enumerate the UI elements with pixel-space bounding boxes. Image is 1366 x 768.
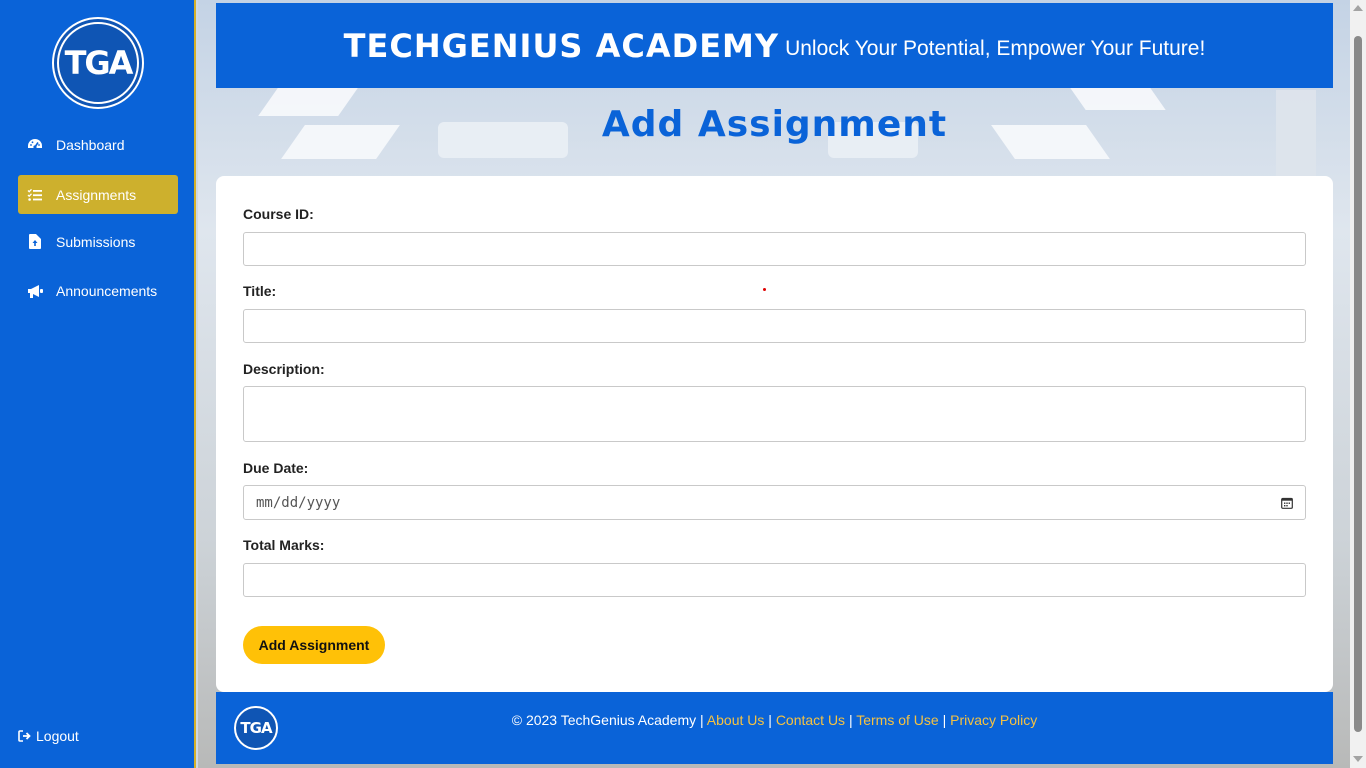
due-date-placeholder: mm/dd/yyyy bbox=[256, 494, 341, 511]
sidebar-item-submissions[interactable]: Submissions bbox=[18, 222, 178, 261]
megaphone-icon bbox=[26, 283, 44, 299]
about-us-link[interactable]: About Us bbox=[707, 712, 765, 728]
separator: | bbox=[848, 712, 853, 728]
sidebar-item-label: Announcements bbox=[56, 282, 158, 299]
red-dot-marker bbox=[763, 288, 766, 291]
separator: | bbox=[700, 712, 704, 728]
tagline: Unlock Your Potential, Empower Your Futu… bbox=[785, 36, 1206, 60]
sign-out-icon bbox=[18, 730, 32, 742]
footer-text: © 2023 TechGenius Academy | About Us | C… bbox=[216, 712, 1333, 728]
add-assignment-button[interactable]: Add Assignment bbox=[243, 626, 385, 664]
title-label: Title: bbox=[243, 283, 277, 299]
logo-text: TGA bbox=[57, 22, 139, 104]
file-upload-icon bbox=[26, 234, 44, 250]
contact-us-link[interactable]: Contact Us bbox=[776, 712, 845, 728]
description-label: Description: bbox=[243, 361, 325, 377]
page-scrollbar[interactable] bbox=[1350, 0, 1366, 768]
course-id-label: Course ID: bbox=[243, 206, 314, 222]
site-header: TECHGENIUS ACADEMY Unlock Your Potential… bbox=[216, 3, 1333, 88]
sidebar-item-label: Dashboard bbox=[56, 136, 125, 153]
due-date-label: Due Date: bbox=[243, 460, 309, 476]
sidebar-item-assignments[interactable]: Assignments bbox=[18, 175, 178, 214]
add-assignment-form: Course ID: Title: Description: Due Date:… bbox=[216, 176, 1333, 692]
scrollbar-thumb[interactable] bbox=[1354, 36, 1362, 732]
separator: | bbox=[942, 712, 947, 728]
scroll-down-arrow-icon[interactable] bbox=[1353, 756, 1363, 762]
copyright-text: © 2023 TechGenius Academy bbox=[511, 712, 697, 728]
sidebar-item-label: Submissions bbox=[56, 233, 136, 250]
site-footer: TGA © 2023 TechGenius Academy | About Us… bbox=[216, 692, 1333, 764]
sidebar-item-label: Assignments bbox=[56, 186, 137, 203]
title-input[interactable] bbox=[243, 309, 1306, 343]
academy-logo[interactable]: TGA bbox=[52, 17, 144, 109]
sidebar-item-announcements[interactable]: Announcements bbox=[18, 271, 178, 310]
list-check-icon bbox=[26, 187, 44, 203]
calendar-icon[interactable] bbox=[1281, 497, 1293, 509]
page-title: Add Assignment bbox=[601, 104, 948, 145]
separator: | bbox=[768, 712, 772, 728]
scroll-up-arrow-icon[interactable] bbox=[1353, 5, 1363, 11]
logout-label: Logout bbox=[36, 728, 79, 744]
privacy-policy-link[interactable]: Privacy Policy bbox=[950, 712, 1037, 728]
sidebar: TGA Dashboard Assignments Submissions An… bbox=[0, 0, 196, 768]
logout-link[interactable]: Logout bbox=[18, 728, 79, 744]
description-textarea[interactable] bbox=[243, 386, 1306, 442]
total-marks-label: Total Marks: bbox=[243, 537, 325, 553]
brand-name: TECHGENIUS ACADEMY bbox=[343, 26, 780, 65]
gauge-icon bbox=[26, 137, 44, 153]
course-id-input[interactable] bbox=[243, 232, 1306, 266]
due-date-input[interactable]: mm/dd/yyyy bbox=[243, 485, 1306, 520]
terms-of-use-link[interactable]: Terms of Use bbox=[856, 712, 938, 728]
sidebar-item-dashboard[interactable]: Dashboard bbox=[18, 125, 178, 164]
total-marks-input[interactable] bbox=[243, 563, 1306, 597]
